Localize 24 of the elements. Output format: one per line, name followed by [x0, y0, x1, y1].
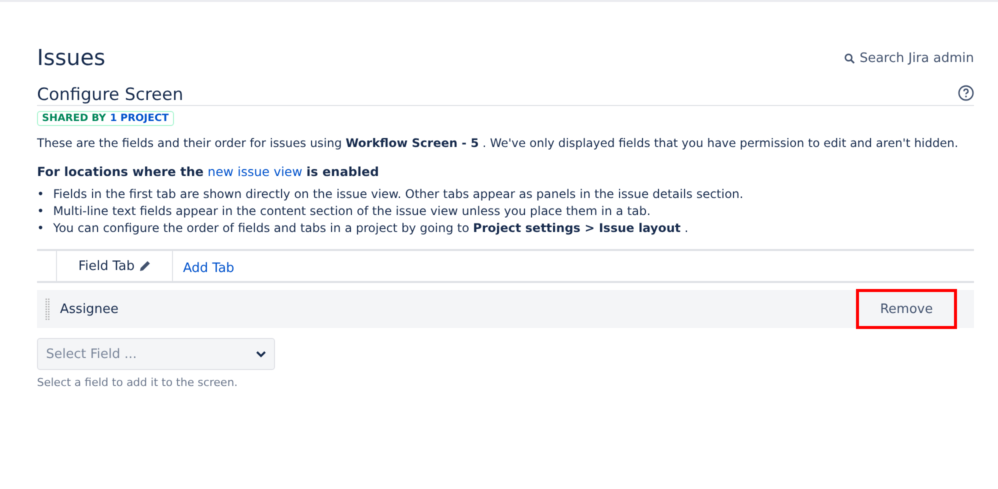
page-title: Issues — [37, 46, 106, 71]
search-link[interactable]: Search Jira admin — [844, 51, 974, 66]
bullet-text: Fields in the first tab are shown directly on the issue view. Other tabs appear as panels in the issue details section. — [53, 187, 744, 201]
help-icon[interactable] — [958, 85, 974, 101]
chevron-down-icon — [256, 350, 266, 358]
locations-heading: is enabled — [306, 164, 379, 179]
drag-handle-icon[interactable] — [45, 298, 50, 320]
field-name: Assignee — [60, 302, 120, 316]
bullet-marker: • — [37, 204, 44, 218]
bullet-text: You can configure the order of fields and tabs in a project by going to Project settings > Issue layout . — [53, 221, 688, 235]
pencil-icon — [138, 260, 151, 272]
section-title: Configure Screen — [37, 85, 184, 105]
bullet-marker: • — [37, 221, 44, 235]
locations-heading: For locations where the — [37, 164, 204, 179]
bullet-text: Multi-line text fields appear in the content section of the issue view unless you place them in a tab. — [53, 204, 651, 218]
new-issue-view-link[interactable]: new issue view — [208, 164, 302, 179]
search-icon — [844, 53, 855, 64]
remove-button[interactable]: Remove — [856, 289, 957, 329]
project-count-link[interactable]: 1 PROJECT — [110, 113, 169, 124]
description-text: These are the fields and their order for issues using Workflow Screen - 5 . We've only displayed fields that you have permission to edit and aren't hidden. — [37, 136, 960, 150]
bullet-marker: • — [37, 187, 44, 201]
field-tab[interactable]: Field Tab — [56, 251, 173, 281]
select-hint: Select a field to add it to the screen. — [37, 376, 239, 389]
badge-label: SHARED BY — [42, 113, 106, 124]
